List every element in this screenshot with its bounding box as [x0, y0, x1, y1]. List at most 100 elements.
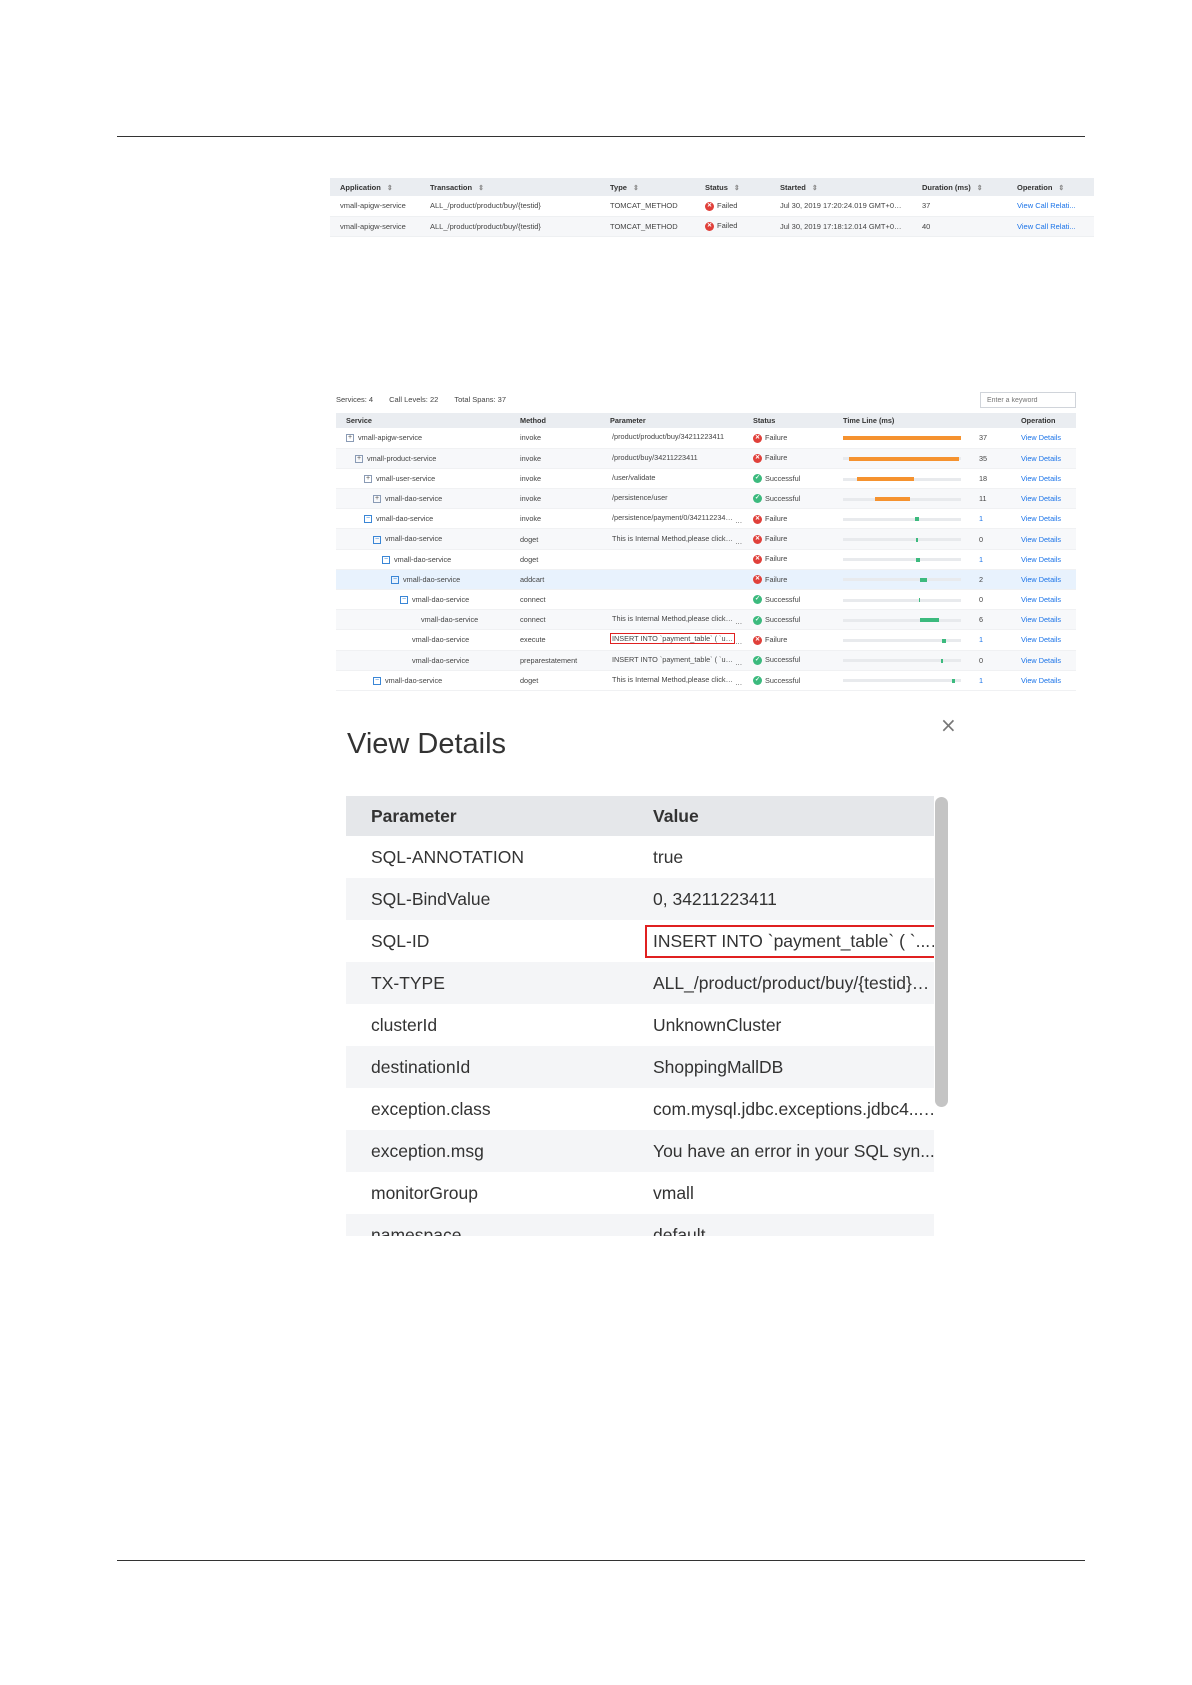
sort-icon[interactable]: ⇕ — [633, 185, 639, 192]
collapse-icon[interactable]: − — [391, 575, 399, 584]
trace-row[interactable]: − vmall-dao-service doget This is Internal … — [336, 670, 1076, 691]
collapse-icon[interactable]: − — [373, 676, 381, 685]
sort-icon[interactable]: ⇕ — [812, 185, 818, 192]
service-name: vmall-dao-service — [385, 494, 443, 504]
status-cell: ✕ Failure — [743, 528, 833, 550]
trace-row[interactable]: − vmall-dao-service doget ✕ Failure 1 View Det… — [336, 549, 1076, 570]
col-operation[interactable]: Operation ⇕ — [1007, 178, 1094, 196]
parameter-name: namespace — [346, 1214, 628, 1236]
sort-icon[interactable]: ⇕ — [1058, 185, 1064, 192]
method-cell: invoke — [510, 488, 600, 510]
trace-row[interactable]: − vmall-dao-service invoke/persistence/pay… — [336, 508, 1076, 530]
timeline-fill — [874, 497, 911, 502]
method-cell: invoke — [510, 508, 600, 530]
value-text: com.mysql.jdbc.exceptions.jdbc4... — [653, 1098, 924, 1119]
transaction-cell: ALL_/product/product/buy/{testid} — [420, 216, 600, 237]
timeline-fill — [942, 638, 946, 643]
trace-row[interactable]: − vmall-dao-service addcart ✕ Failure 2 View D… — [336, 569, 1076, 591]
status-cell: ✓ Successful — [743, 670, 833, 691]
parameter-cell: This is Internal Method,please click '..… — [600, 609, 743, 631]
expand-icon[interactable]: + — [364, 475, 372, 483]
view-call-relation-link[interactable]: View Call Relati... — [1007, 196, 1094, 217]
value-text: You have an error in your SQL syn... — [653, 1140, 934, 1161]
started-cell: Jul 30, 2019 17:18:12.014 GMT+08... — [770, 216, 912, 237]
failure-icon: ✕ — [753, 514, 762, 524]
trace-row[interactable]: − vmall-dao-service connect ✓ Successful 0 Vie… — [336, 589, 1076, 611]
duration-value: 37 — [979, 433, 988, 443]
value-text: ALL_/product/product/buy/{testid} — [653, 972, 912, 993]
success-icon: ✓ — [753, 595, 762, 605]
status-cell: ✕ Failure — [743, 629, 833, 651]
trace-row[interactable]: + vmall-apigw-service invoke/product/produ… — [336, 428, 1076, 449]
close-icon[interactable]: × — [940, 713, 957, 737]
view-details-link[interactable]: View Details — [1011, 448, 1076, 469]
service-name: vmall-user-service — [376, 473, 436, 483]
trace-row[interactable]: + vmall-user-service invoke/user/validate ✓… — [336, 468, 1076, 490]
view-details-link[interactable]: View Details — [1011, 650, 1076, 671]
timeline-fill — [916, 557, 920, 562]
success-icon: ✓ — [753, 474, 762, 484]
sort-icon[interactable]: ⇕ — [387, 185, 393, 192]
timeline-fill — [857, 477, 914, 482]
duration-value: 11 — [979, 494, 987, 504]
collapse-icon[interactable]: − — [373, 535, 381, 544]
view-details-link[interactable]: View Details — [1011, 468, 1076, 490]
table-row[interactable]: vmall-apigw-service ALL_/product/product… — [330, 216, 1094, 237]
col-transaction[interactable]: Transaction ⇕ — [420, 178, 600, 196]
parameter-cell: This is Internal Method,please click '..… — [600, 670, 743, 691]
service-name: vmall-product-service — [367, 453, 437, 463]
duration-cell: 40 — [912, 216, 1007, 237]
col-started[interactable]: Started ⇕ — [770, 178, 912, 196]
details-header-row: Parameter Value — [346, 796, 934, 836]
col-type[interactable]: Type ⇕ — [600, 178, 695, 196]
timeline-cell: 0 — [833, 650, 1011, 671]
col-application[interactable]: Application ⇕ — [330, 178, 420, 196]
collapse-icon[interactable]: − — [400, 596, 408, 605]
view-details-link[interactable]: View Details — [1011, 670, 1076, 691]
parameter-value: /product/product/buy/34211223411 — [612, 432, 725, 442]
expand-icon[interactable]: + — [373, 495, 381, 504]
failure-icon: ✕ — [753, 555, 762, 564]
sort-icon[interactable]: ⇕ — [977, 185, 983, 192]
expand-icon[interactable]: + — [346, 434, 354, 443]
failure-icon: ✕ — [753, 534, 762, 544]
collapse-icon[interactable]: − — [382, 555, 390, 564]
keyword-search-input[interactable] — [980, 392, 1076, 408]
timeline-fill — [916, 537, 918, 542]
col-status[interactable]: Status ⇕ — [695, 178, 770, 196]
trace-row[interactable]: + vmall-dao-service invoke/persistence/use… — [336, 488, 1076, 510]
view-details-link[interactable]: View Details — [1011, 629, 1076, 651]
view-details-link[interactable]: View Details — [1011, 549, 1076, 570]
trace-row[interactable]: + vmall-product-service invoke/product/buy… — [336, 448, 1076, 469]
timeline-bar — [843, 557, 961, 562]
view-details-link[interactable]: View Details — [1011, 488, 1076, 510]
view-details-link[interactable]: View Details — [1011, 508, 1076, 530]
trace-row[interactable]: vmall-dao-service connect This is Internal… — [336, 609, 1076, 631]
col-parameter: Parameter — [346, 796, 628, 836]
view-details-link[interactable]: View Details — [1011, 569, 1076, 591]
table-row[interactable]: vmall-apigw-service ALL_/product/product… — [330, 196, 1094, 217]
value-text: INSERT INTO `payment_table` ( `... — [643, 923, 934, 960]
view-details-link[interactable]: View Details — [1011, 589, 1076, 611]
timeline-cell: 1 — [833, 549, 1011, 570]
details-row: exception.class com.mysql.jdbc.exceptions… — [346, 1088, 934, 1130]
timeline-bar — [843, 497, 961, 502]
view-call-relation-link[interactable]: View Call Relati... — [1007, 216, 1094, 237]
sort-icon[interactable]: ⇕ — [734, 185, 740, 192]
view-details-link[interactable]: View Details — [1011, 609, 1076, 631]
details-row: exception.msg You have an error in your S… — [346, 1130, 934, 1172]
call-levels-count: Call Levels: 22 — [389, 395, 439, 404]
collapse-icon[interactable]: − — [364, 515, 372, 524]
service-cell: + vmall-product-service — [336, 448, 510, 469]
details-scrollbar[interactable] — [935, 797, 948, 1107]
expand-icon[interactable]: + — [355, 454, 363, 463]
col-duration[interactable]: Duration (ms) ⇕ — [912, 178, 1007, 196]
sort-icon[interactable]: ⇕ — [478, 185, 484, 192]
view-details-link[interactable]: View Details — [1011, 428, 1076, 449]
trace-row[interactable]: vmall-dao-service preparestatement INSERT … — [336, 650, 1076, 671]
trace-row[interactable]: − vmall-dao-service doget This is Internal … — [336, 528, 1076, 550]
view-details-link[interactable]: View Details — [1011, 528, 1076, 550]
timeline-bar — [843, 638, 961, 643]
type-cell: TOMCAT_METHOD — [600, 216, 695, 237]
trace-row[interactable]: vmall-dao-service execute INSERT INTO `pay… — [336, 629, 1076, 651]
